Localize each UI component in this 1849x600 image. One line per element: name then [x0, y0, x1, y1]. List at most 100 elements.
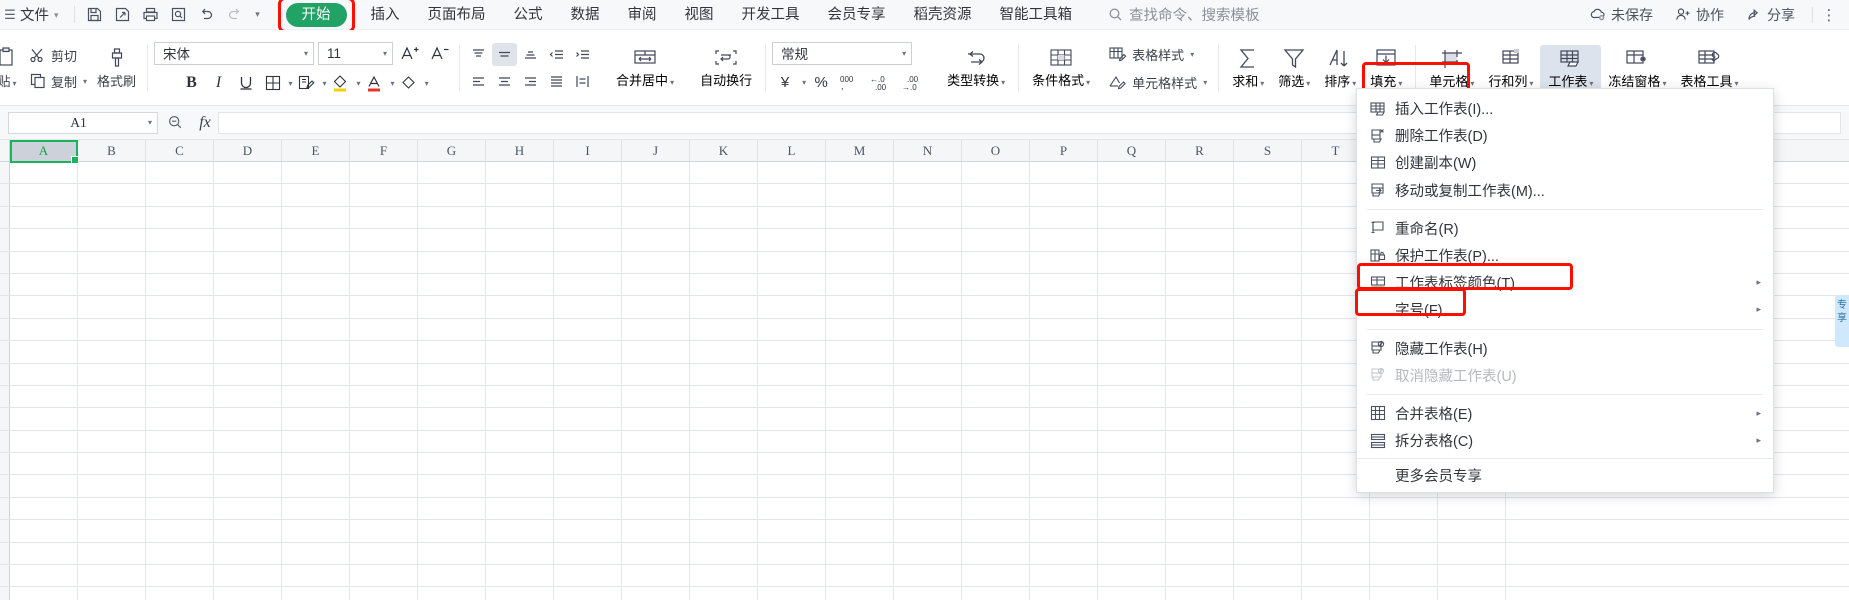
grid-cell[interactable]: [486, 296, 554, 318]
grid-cell[interactable]: [1030, 520, 1098, 542]
row-header[interactable]: [0, 318, 10, 341]
grid-cell[interactable]: [690, 497, 758, 520]
grid-cell[interactable]: [826, 162, 894, 184]
grid-cell[interactable]: [554, 565, 622, 587]
grid-cell[interactable]: [350, 162, 418, 184]
grid-cell[interactable]: [554, 273, 622, 296]
grid-cell[interactable]: [282, 341, 350, 363]
grid-cell[interactable]: [1166, 341, 1234, 363]
menu-item-protect-sheet[interactable]: 保护工作表(P)...: [1357, 242, 1773, 269]
grid-cell[interactable]: [1302, 587, 1370, 600]
grid-cell[interactable]: [282, 273, 350, 296]
autosum-button[interactable]: 求和 ▾: [1225, 47, 1271, 90]
grid-cell[interactable]: [486, 408, 554, 430]
menu-item-sheet-tab-color[interactable]: 工作表标签颜色(T) ▸: [1357, 269, 1773, 296]
grid-cell[interactable]: [282, 497, 350, 520]
chevron-down-icon[interactable]: ▾: [425, 79, 429, 88]
column-header-B[interactable]: B: [78, 140, 146, 161]
grid-cell[interactable]: [758, 453, 826, 475]
grid-cell[interactable]: [554, 162, 622, 184]
grid-cell[interactable]: [146, 520, 214, 542]
grid-cell[interactable]: [486, 453, 554, 475]
grid-cell[interactable]: [1166, 251, 1234, 273]
grid-cell[interactable]: [146, 363, 214, 385]
grid-cell[interactable]: [1166, 184, 1234, 206]
grid-cell[interactable]: [554, 206, 622, 229]
bold-button[interactable]: B: [179, 71, 205, 96]
grid-cell[interactable]: [962, 296, 1030, 318]
grid-cell[interactable]: [1234, 430, 1302, 453]
grid-cell[interactable]: [758, 587, 826, 600]
grid-cell[interactable]: [146, 162, 214, 184]
grid-cell[interactable]: [554, 385, 622, 408]
grid-cell[interactable]: [78, 206, 146, 229]
grid-cell[interactable]: [418, 587, 486, 600]
grid-cell[interactable]: [1098, 520, 1166, 542]
align-bottom-button[interactable]: [518, 43, 543, 66]
grid-cell[interactable]: [418, 229, 486, 251]
grid-cell[interactable]: [894, 453, 962, 475]
chevron-down-icon[interactable]: ▾: [802, 78, 806, 87]
grid-cell[interactable]: [350, 318, 418, 341]
grid-cell[interactable]: [826, 206, 894, 229]
grid-cell[interactable]: [690, 229, 758, 251]
grid-cell[interactable]: [1030, 162, 1098, 184]
grid-cell[interactable]: [214, 520, 282, 542]
grid-cell[interactable]: [894, 229, 962, 251]
grid-cell[interactable]: [350, 229, 418, 251]
collaborate-button[interactable]: 协作: [1664, 0, 1735, 30]
grid-cell[interactable]: [214, 341, 282, 363]
grid-cell[interactable]: [554, 520, 622, 542]
grid-cell[interactable]: [282, 206, 350, 229]
grid-cell[interactable]: [826, 453, 894, 475]
grid-cell[interactable]: [282, 162, 350, 184]
print-icon[interactable]: [138, 3, 164, 27]
grid-cell[interactable]: [690, 273, 758, 296]
grid-cell[interactable]: [690, 475, 758, 497]
grid-cell[interactable]: [894, 363, 962, 385]
grid-cell[interactable]: [146, 475, 214, 497]
grid-cell[interactable]: [690, 430, 758, 453]
grid-cell[interactable]: [78, 497, 146, 520]
grid-cell[interactable]: [894, 251, 962, 273]
grid-cell[interactable]: [486, 273, 554, 296]
grid-cell[interactable]: [418, 318, 486, 341]
grid-cell[interactable]: [826, 341, 894, 363]
grid-cell[interactable]: [758, 408, 826, 430]
grid-cell[interactable]: [146, 453, 214, 475]
grid-cell[interactable]: [1098, 475, 1166, 497]
decrease-decimal-button[interactable]: .00 →.0: [900, 70, 930, 95]
grid-cell[interactable]: [10, 453, 78, 475]
align-left-button[interactable]: [466, 70, 491, 93]
grid-cell[interactable]: [282, 296, 350, 318]
menu-item-font-size[interactable]: 字号(F) ▸: [1357, 296, 1773, 323]
grid-cell[interactable]: [1030, 385, 1098, 408]
table-tools-button[interactable]: 表格工具 ▾: [1673, 47, 1745, 90]
grid-cell[interactable]: [962, 273, 1030, 296]
grid-cell[interactable]: [1234, 296, 1302, 318]
grid-cell[interactable]: [894, 318, 962, 341]
percent-format-button[interactable]: %: [808, 70, 834, 95]
chevron-down-icon[interactable]: ▾: [289, 79, 293, 88]
increase-decimal-button[interactable]: ←.0 .00: [868, 70, 898, 95]
grid-cell[interactable]: [1302, 497, 1370, 520]
grid-cell[interactable]: [962, 453, 1030, 475]
font-effects-button[interactable]: [294, 71, 320, 96]
menu-item-delete-sheet[interactable]: 删除工作表(D): [1357, 122, 1773, 149]
grid-cell[interactable]: [690, 363, 758, 385]
column-header-D[interactable]: D: [214, 140, 282, 161]
grid-cell[interactable]: [350, 430, 418, 453]
grid-cell[interactable]: [78, 385, 146, 408]
grid-cell[interactable]: [894, 430, 962, 453]
grid-cell[interactable]: [1234, 453, 1302, 475]
grid-cell[interactable]: [622, 497, 690, 520]
grid-cell[interactable]: [554, 430, 622, 453]
grid-cell[interactable]: [282, 184, 350, 206]
column-header-L[interactable]: L: [758, 140, 826, 161]
grid-cell[interactable]: [826, 184, 894, 206]
grid-cell[interactable]: [78, 341, 146, 363]
tab-page-layout[interactable]: 页面布局: [414, 0, 500, 30]
grid-cell[interactable]: [962, 520, 1030, 542]
grid-cell[interactable]: [962, 206, 1030, 229]
grid-cell[interactable]: [418, 184, 486, 206]
